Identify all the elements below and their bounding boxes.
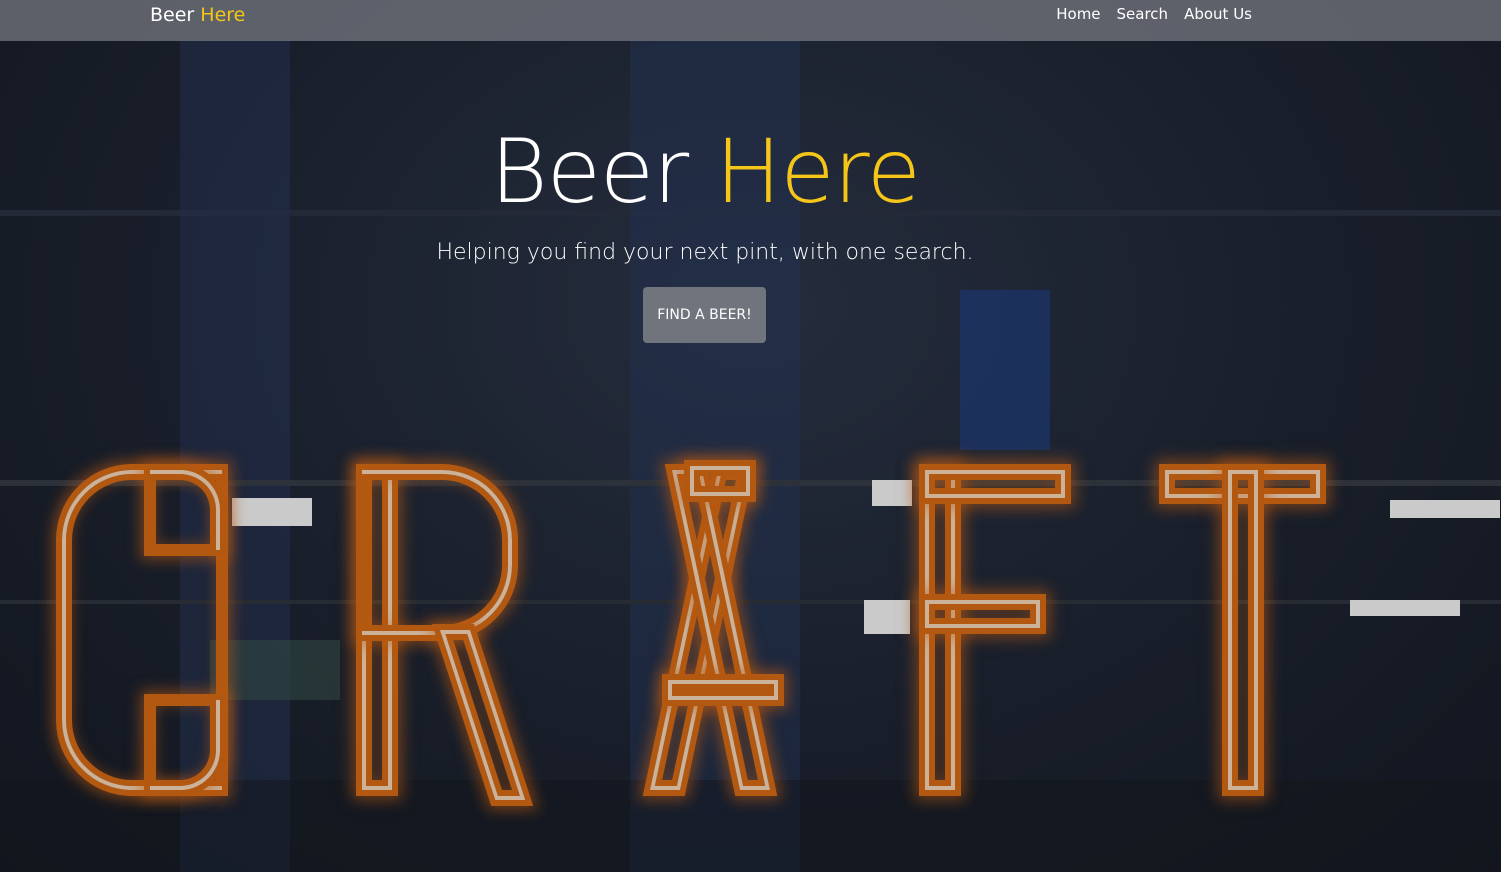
nav-link-home[interactable]: Home (1056, 4, 1100, 24)
brand-name-accent: Here (200, 4, 246, 26)
hero-title-accent: Here (715, 120, 921, 223)
top-navbar: Beer Here Home Search About Us (0, 0, 1501, 41)
brand-name: Beer (150, 4, 195, 26)
nav-link-about-us[interactable]: About Us (1184, 4, 1252, 24)
page: Beer Here Home Search About Us Beer Here… (0, 0, 1501, 872)
hero-title-main: Beer (490, 120, 689, 223)
nav-link-search[interactable]: Search (1117, 4, 1169, 24)
brand-logo-link[interactable]: Beer Here (150, 3, 245, 27)
find-a-beer-button[interactable]: FIND A BEER! (643, 287, 766, 343)
hero-subtitle: Helping you find your next pint, with on… (436, 240, 974, 265)
hero-title: Beer Here (0, 120, 1410, 224)
nav-links: Home Search About Us (1056, 4, 1252, 24)
